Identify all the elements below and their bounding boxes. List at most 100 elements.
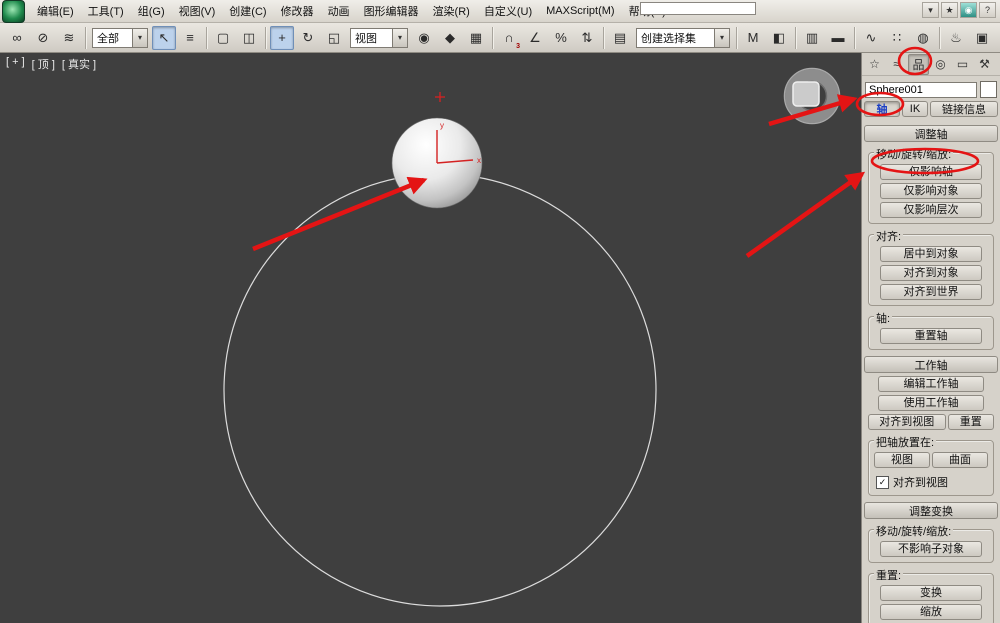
viewport-pov-menu[interactable]: [ 顶 ] [32, 56, 55, 72]
use-working-pivot-button[interactable]: 使用工作轴 [878, 395, 984, 411]
select-and-move-icon[interactable]: + [270, 25, 294, 50]
select-object-icon[interactable]: ↖ [152, 25, 176, 50]
spinner-snap-icon[interactable]: ⇅ [575, 26, 599, 50]
layer-manager-icon[interactable]: ▥ [800, 26, 824, 50]
named-selection-sets-dropdown[interactable]: 创建选择集 ▾ [636, 27, 730, 48]
menu-create[interactable]: 创建(C) [222, 3, 273, 19]
reset-working-pivot-button[interactable]: 重置 [947, 414, 994, 430]
select-and-link-icon[interactable]: ∞ [5, 26, 29, 50]
menu-animation[interactable]: 动画 [321, 3, 357, 19]
edit-named-selection-sets-icon[interactable]: ▤ [608, 26, 632, 50]
main-toolbar: ∞ ⊘ ≋ 全部 ▾ ↖ ≡ ▢ ◫ + ↻ ◱ 视图 ▾ ◉ ◆ ▦ ∩ 3 … [0, 23, 1000, 53]
edit-working-pivot-button[interactable]: 编辑工作轴 [878, 376, 984, 392]
tab-display-icon[interactable]: ▭ [952, 54, 973, 75]
tab-utilities-icon[interactable]: ⚒ [974, 54, 995, 75]
chevron-down-icon[interactable]: ▾ [714, 28, 729, 47]
align-to-view-checkbox[interactable]: ✓ [876, 475, 889, 489]
menu-views[interactable]: 视图(V) [172, 3, 223, 19]
tab-create-icon[interactable]: ☆ [864, 54, 885, 75]
place-pivot-label: 把轴放置在: [874, 434, 937, 450]
tab-modify-icon[interactable]: ≈ [886, 54, 907, 75]
tab-motion-icon[interactable]: ◎ [930, 54, 951, 75]
move-rotate-scale-label: 移动/旋转/缩放: [874, 146, 954, 162]
material-editor-icon[interactable]: ◍ [911, 26, 935, 50]
keyboard-shortcut-override-icon[interactable]: ▦ [464, 26, 488, 50]
menu-modifiers[interactable]: 修改器 [274, 3, 321, 19]
subtab-pivot[interactable]: 轴 [864, 101, 900, 117]
reset-pivot-button[interactable]: 重置轴 [880, 328, 982, 344]
menu-tools[interactable]: 工具(T) [81, 3, 131, 19]
rectangular-selection-region-icon[interactable]: ▢ [211, 26, 235, 50]
window-crossing-toggle-icon[interactable]: ◫ [237, 26, 261, 50]
curve-editor-icon[interactable]: ∿ [859, 26, 883, 50]
object-name-row [862, 76, 1000, 101]
favorites-star-icon[interactable]: ★ [941, 2, 958, 18]
render-setup-icon[interactable]: ♨ [944, 26, 968, 50]
reference-coordinate-dropdown[interactable]: 视图 ▾ [350, 27, 408, 48]
render-production-icon[interactable]: ♨ [996, 26, 1000, 50]
reference-coordinate-value: 视图 [355, 32, 377, 45]
working-pivot-rollout-header[interactable]: 工作轴 [864, 356, 998, 373]
center-to-object-button[interactable]: 居中到对象 [880, 246, 982, 262]
adjust-pivot-rollout-header[interactable]: 调整轴 [864, 125, 998, 142]
angle-snap-icon[interactable]: ∠ [523, 26, 547, 50]
rendered-frame-window-icon[interactable]: ▣ [970, 26, 994, 50]
reset-transform-button[interactable]: 变换 [880, 585, 982, 601]
viewport-navigation-gizmo[interactable] [783, 67, 841, 125]
help-icon[interactable]: ? [979, 2, 996, 18]
align-to-object-button[interactable]: 对齐到对象 [880, 265, 982, 281]
place-pivot-view-button[interactable]: 视图 [874, 452, 930, 468]
select-and-scale-icon[interactable]: ◱ [322, 26, 346, 50]
menu-graph-editors[interactable]: 图形编辑器 [357, 3, 426, 19]
snap-toggle-icon[interactable]: ∩ 3 [497, 26, 521, 50]
command-panel-tabs: ☆ ≈ 品 ◎ ▭ ⚒ [862, 53, 1000, 76]
chevron-down-icon[interactable]: ▾ [392, 28, 407, 47]
affect-hierarchy-only-button[interactable]: 仅影响层次 [880, 202, 982, 218]
subtab-ik[interactable]: IK [902, 101, 928, 117]
adjust-transform-rollout-header[interactable]: 调整变换 [864, 502, 998, 519]
gizmo-home-square[interactable] [792, 81, 820, 107]
object-name-field[interactable] [865, 81, 977, 98]
axis-y-label: y [440, 121, 444, 130]
use-pivot-point-center-icon[interactable]: ◉ [412, 26, 436, 50]
select-and-manipulate-icon[interactable]: ◆ [438, 26, 462, 50]
alignment-group: 对齐: 居中到对象 对齐到对象 对齐到世界 [868, 228, 994, 306]
select-by-name-icon[interactable]: ≡ [178, 26, 202, 50]
percent-snap-icon[interactable]: % [549, 26, 573, 50]
viewport-shading-menu[interactable]: [ 真实 ] [62, 56, 96, 72]
infocenter-icons: ▾ ★ ◉ ? [922, 2, 996, 18]
object-color-swatch[interactable] [980, 81, 997, 98]
affect-object-only-button[interactable]: 仅影响对象 [880, 183, 982, 199]
mirror-icon[interactable]: M [741, 26, 765, 50]
top-viewport[interactable]: [ + ] [ 顶 ] [ 真实 ] x y [0, 53, 862, 623]
infocenter-search-input[interactable] [640, 2, 756, 15]
reset-scale-button[interactable]: 缩放 [880, 604, 982, 620]
align-to-view-button[interactable]: 对齐到视图 [868, 414, 946, 430]
align-icon[interactable]: ◧ [767, 26, 791, 50]
menu-group[interactable]: 组(G) [131, 3, 172, 19]
place-pivot-surface-button[interactable]: 曲面 [932, 452, 988, 468]
affect-pivot-only-button[interactable]: 仅影响轴 [880, 164, 982, 180]
toolbar-separator [265, 26, 266, 49]
menu-customize[interactable]: 自定义(U) [477, 3, 539, 19]
chevron-down-icon[interactable]: ▾ [132, 28, 147, 47]
selection-filter-dropdown[interactable]: 全部 ▾ [92, 27, 148, 48]
communication-center-icon[interactable]: ◉ [960, 2, 977, 18]
menu-maxscript[interactable]: MAXScript(M) [539, 5, 621, 17]
unlink-selection-icon[interactable]: ⊘ [31, 26, 55, 50]
schematic-view-icon[interactable]: ∷ [885, 26, 909, 50]
bind-to-space-warp-icon[interactable]: ≋ [57, 26, 81, 50]
toolbar-separator [492, 26, 493, 49]
viewport-general-menu[interactable]: [ + ] [6, 56, 25, 72]
menu-edit[interactable]: 编辑(E) [30, 3, 81, 19]
search-go-icon[interactable]: ▾ [922, 2, 939, 18]
subtab-link-info[interactable]: 链接信息 [930, 101, 998, 117]
application-button[interactable] [2, 0, 25, 23]
align-to-world-button[interactable]: 对齐到世界 [880, 284, 982, 300]
circle-spline-object[interactable] [223, 173, 657, 607]
select-and-rotate-icon[interactable]: ↻ [296, 26, 320, 50]
dont-affect-children-button[interactable]: 不影响子对象 [880, 541, 982, 557]
menu-rendering[interactable]: 渲染(R) [426, 3, 477, 19]
graphite-ribbon-toggle-icon[interactable]: ▬ [826, 26, 850, 50]
tab-hierarchy-icon[interactable]: 品 [908, 53, 929, 75]
